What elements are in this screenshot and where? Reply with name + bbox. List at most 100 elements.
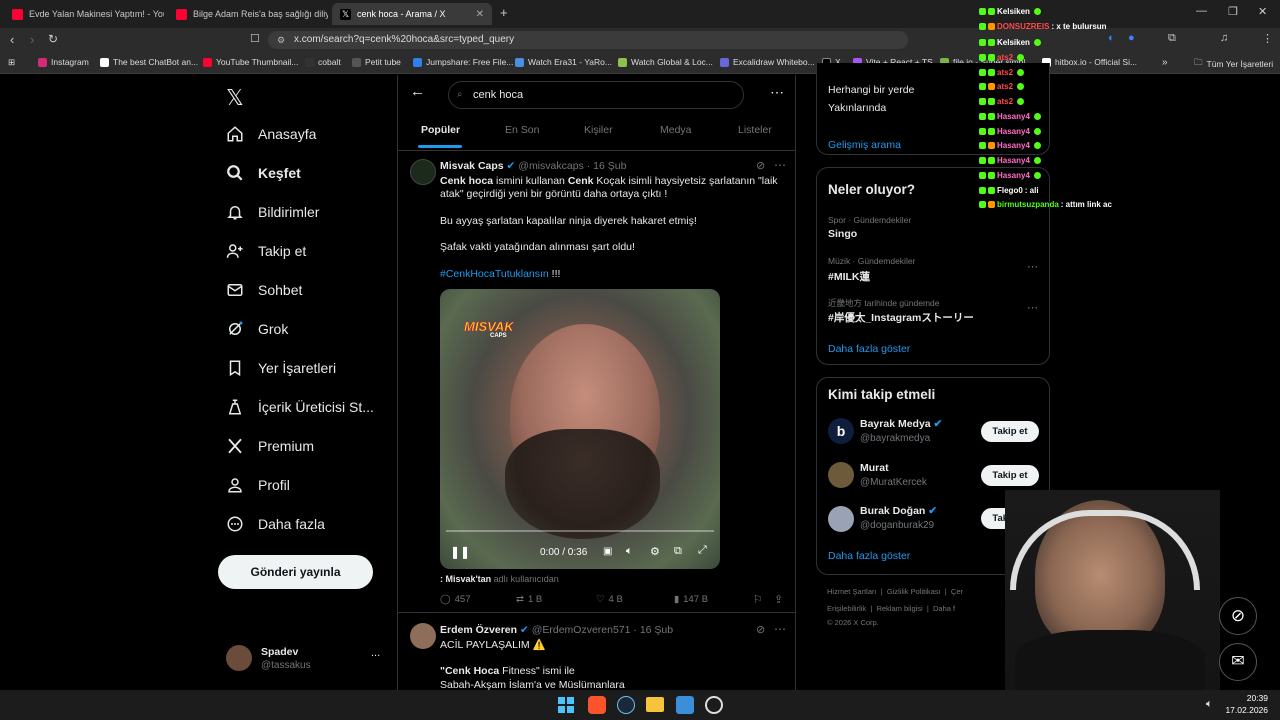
trend-more-icon[interactable]: ⋯ <box>1027 301 1038 314</box>
back-icon[interactable]: ‹ <box>10 32 14 47</box>
browser-tab[interactable]: Bilge Adam Reis'a baş sağlığı diliyoruz <box>168 3 328 25</box>
views-button[interactable]: ▮ 147 B <box>674 594 708 605</box>
bookmark-item[interactable]: Excalidraw Whitebo... <box>720 57 815 67</box>
bookmark-item[interactable]: Jumpshare: Free File... <box>413 57 513 67</box>
more-bookmarks-icon[interactable]: » <box>1162 57 1168 68</box>
footer-links[interactable]: Hizmet Şartları | Gizlilik Politikası | … <box>827 587 963 596</box>
hashtag-link[interactable]: #CenkHocaTutuklansın <box>440 268 549 280</box>
sidebar-item-creator-studio[interactable]: İçerik Üreticisi St... <box>226 398 374 416</box>
tweet-author-handle[interactable]: @ErdemOzveren571 <box>532 624 631 636</box>
grok-icon[interactable]: ⊘ <box>756 159 765 172</box>
all-bookmarks[interactable]: 🗀 Tüm Yer İşaretleri <box>1194 57 1273 71</box>
extension-icon[interactable]: ● <box>1128 32 1135 44</box>
sidebar-item-more[interactable]: Daha fazla <box>226 515 325 533</box>
minimize-icon[interactable]: — <box>1196 5 1207 17</box>
tweet-author-name[interactable]: Erdem Özveren <box>440 624 517 636</box>
trends-show-more[interactable]: Daha fazla göster <box>828 343 910 355</box>
file-explorer-icon[interactable] <box>646 697 664 712</box>
sidebar-item-messages[interactable]: Sohbet <box>226 281 302 299</box>
trend-more-icon[interactable]: ⋯ <box>1027 260 1038 273</box>
advanced-search-link[interactable]: Gelişmiş arama <box>828 139 901 151</box>
tweet-video[interactable]: MISVAK CAPS ❚❚ 0:00 / 0:36 ▣ 🔈︎ ⚙ ⧉ ⤢ <box>440 289 720 569</box>
more-icon[interactable]: ⋯ <box>774 158 786 172</box>
tab-popular[interactable]: Popüler <box>421 124 460 136</box>
browser-tab[interactable]: Evde Yalan Makinesi Yaptım! - YouTube <box>4 3 164 25</box>
tweet-date[interactable]: · 16 Şub <box>587 160 627 172</box>
steam-icon[interactable] <box>617 696 635 714</box>
like-button[interactable]: ♡ 4 B <box>596 594 623 605</box>
extensions-icon[interactable]: ⧉ <box>1168 32 1176 45</box>
trend-item[interactable]: #岸優太_Instagramストーリー <box>828 310 974 325</box>
grok-app-icon[interactable] <box>705 696 723 714</box>
new-tab-icon[interactable]: + <box>500 5 508 20</box>
maximize-icon[interactable]: ❐ <box>1228 5 1238 18</box>
repost-button[interactable]: ⇄ 1 B <box>516 594 542 605</box>
more-icon[interactable]: ⋯ <box>774 622 786 636</box>
reload-icon[interactable]: ↻ <box>48 32 58 46</box>
extension-icon[interactable]: ◐ <box>1108 32 1115 44</box>
grok-icon[interactable]: ⊘ <box>756 623 765 636</box>
tweet-author-handle[interactable]: @misvakcaps <box>518 160 584 172</box>
tweet[interactable]: Erdem Özveren ✔ @ErdemOzveren571 · 16 Şu… <box>398 615 795 690</box>
video-progress-track[interactable] <box>446 530 714 532</box>
pip-icon[interactable]: ⧉ <box>674 545 682 558</box>
bookmark-item[interactable]: hitbox.io - Official Si... <box>1042 57 1137 67</box>
trend-item[interactable]: #MILK蓮 <box>828 269 870 284</box>
fullscreen-icon[interactable]: ⤢ <box>698 544 707 557</box>
bookmark-icon[interactable]: ☐ <box>250 32 260 45</box>
bookmark-item[interactable]: Watch Global & Loc... <box>618 57 713 67</box>
trend-item[interactable]: Singo <box>828 228 857 240</box>
bookmark-item[interactable]: The best ChatBot an... <box>100 57 198 67</box>
apps-icon[interactable]: ⊞ <box>8 57 15 68</box>
brave-browser-icon[interactable] <box>588 696 606 714</box>
account-more-icon[interactable]: ... <box>371 647 380 659</box>
settings-icon[interactable]: ⚙ <box>650 545 660 558</box>
tab-latest[interactable]: En Son <box>505 124 539 136</box>
who-to-follow-show-more[interactable]: Daha fazla göster <box>828 550 910 562</box>
app-icon[interactable] <box>676 696 694 714</box>
suggested-user-name[interactable]: Murat <box>860 462 889 474</box>
browser-tab-active[interactable]: 𝕏 cenk hoca - Arama / X ✕ <box>332 3 492 25</box>
pause-icon[interactable]: ❚❚ <box>450 545 470 559</box>
site-info-icon[interactable]: ⚙ <box>277 31 285 49</box>
sidebar-item-bookmarks[interactable]: Yer İşaretleri <box>226 359 336 377</box>
bookmark-item[interactable]: YouTube Thumbnail... <box>203 57 298 67</box>
bookmark-item[interactable]: Instagram <box>38 57 89 67</box>
footer-links[interactable]: Erişilebilirlik | Reklam bilgisi | Daha … <box>827 604 955 613</box>
follow-button[interactable]: Takip et <box>981 421 1039 442</box>
suggested-user-name[interactable]: Burak Doğan ✔ <box>860 505 937 517</box>
sidebar-item-profile[interactable]: Profil <box>226 476 290 494</box>
sidebar-item-home[interactable]: Anasayfa <box>226 125 316 143</box>
sidebar-item-explore[interactable]: Keşfet <box>226 164 301 182</box>
volume-icon[interactable]: 🔈︎ <box>626 545 633 558</box>
sidebar-item-premium[interactable]: Premium <box>226 437 314 455</box>
bookmark-item[interactable]: cobalt <box>305 57 341 67</box>
account-switcher[interactable]: Spadev @tassakus ... <box>226 645 396 675</box>
tab-people[interactable]: Kişiler <box>584 124 613 136</box>
suggested-user-name[interactable]: Bayrak Medya ✔ <box>860 418 942 430</box>
windows-start-icon[interactable] <box>558 697 574 713</box>
messages-fab-icon[interactable]: ✉ <box>1219 643 1257 681</box>
x-logo-icon[interactable]: 𝕏 <box>226 85 244 111</box>
bookmark-item[interactable]: Watch Era31 - YaRo... <box>515 57 612 67</box>
menu-icon[interactable]: ⋮ <box>1262 32 1273 45</box>
grok-fab-icon[interactable]: ⊘ <box>1219 597 1257 635</box>
forward-icon[interactable]: › <box>30 32 34 47</box>
music-icon[interactable]: ♫ <box>1220 32 1228 44</box>
tab-lists[interactable]: Listeler <box>738 124 772 136</box>
more-options-icon[interactable]: ⋯ <box>770 84 784 101</box>
follow-button[interactable]: Takip et <box>981 465 1039 486</box>
reply-button[interactable]: ◯ 457 <box>440 594 471 605</box>
tab-media[interactable]: Medya <box>660 124 692 136</box>
clock-date[interactable]: 17.02.2026 <box>1218 705 1268 715</box>
location-option[interactable]: Yakınlarında <box>828 102 886 114</box>
sidebar-item-follow[interactable]: Takip et <box>226 242 306 260</box>
volume-icon[interactable]: 🔈︎ <box>1206 698 1213 711</box>
search-input[interactable]: ⌕ cenk hoca <box>448 81 744 109</box>
back-arrow-icon[interactable]: ← <box>410 83 425 100</box>
post-button[interactable]: Gönderi yayınla <box>218 555 373 589</box>
tweet-date[interactable]: · 16 Şub <box>633 624 673 636</box>
captions-icon[interactable]: ▣ <box>603 546 612 557</box>
url-field[interactable]: ⚙ x.com/search?q=cenk%20hoca&src=typed_q… <box>268 31 908 49</box>
tweet[interactable]: Misvak Caps ✔ @misvakcaps · 16 Şub ⊘ ⋯ C… <box>398 151 795 613</box>
